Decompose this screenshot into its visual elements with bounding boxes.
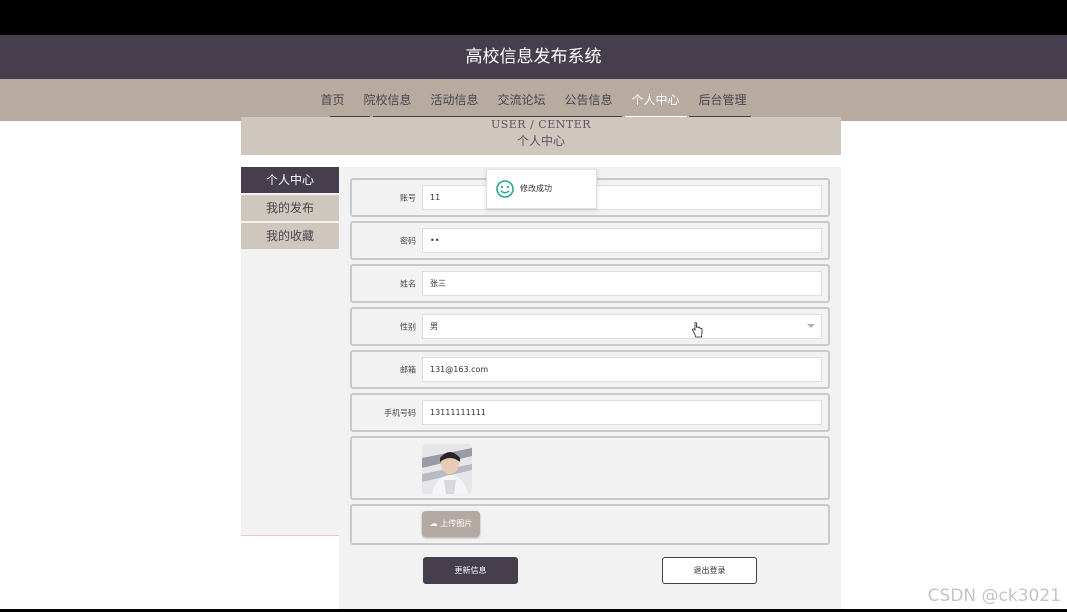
- name-label: 姓名: [400, 279, 416, 288]
- password-field[interactable]: ••: [422, 228, 822, 253]
- gender-label: 性别: [400, 322, 416, 331]
- account-field[interactable]: 11: [422, 185, 822, 210]
- nav-forum[interactable]: 交流论坛: [497, 79, 545, 121]
- account-label: 账号: [400, 193, 416, 202]
- form-row-phone: 手机号码 13111111111: [350, 393, 830, 432]
- form-row-name: 姓名 张三: [350, 264, 830, 303]
- cloud-upload-icon: ☁: [429, 519, 438, 528]
- form-row-email: 邮箱 131@163.com: [350, 350, 830, 389]
- avatar-image: [422, 444, 472, 494]
- nav-home[interactable]: 首页: [320, 79, 344, 121]
- sidebar-item-my-favorites[interactable]: 我的收藏: [241, 223, 339, 249]
- sidebar: 个人中心 我的发布 我的收藏: [241, 167, 339, 536]
- profile-form: 账号 11 密码 •• 姓名 张三 性别 男 邮箱 131@163.com 手机…: [339, 167, 841, 612]
- success-toast: 修改成功: [486, 169, 597, 209]
- main-nav: 首页 院校信息 活动信息 交流论坛 公告信息 个人中心 后台管理: [0, 79, 1067, 121]
- page-banner: USER / CENTER 个人中心: [241, 117, 841, 155]
- logout-button[interactable]: 退出登录: [662, 557, 757, 584]
- watermark: CSDN @ck3021: [927, 586, 1061, 606]
- hand-pointer-icon: [691, 322, 703, 342]
- phone-label: 手机号码: [384, 408, 416, 417]
- site-title: 高校信息发布系统: [465, 47, 602, 67]
- nav-activities[interactable]: 活动信息: [430, 79, 478, 121]
- form-row-password: 密码 ••: [350, 221, 830, 260]
- nav-colleges[interactable]: 院校信息: [363, 79, 411, 121]
- nav-admin[interactable]: 后台管理: [699, 79, 747, 121]
- password-label: 密码: [400, 236, 416, 245]
- site-header: 高校信息发布系统: [0, 35, 1067, 79]
- top-black-bar: [0, 0, 1067, 35]
- form-row-gender: 性别 男: [350, 307, 830, 346]
- smile-icon: [496, 180, 514, 198]
- banner-title: 个人中心: [516, 134, 565, 148]
- email-field[interactable]: 131@163.com: [422, 357, 822, 382]
- banner-subtitle: USER / CENTER: [490, 118, 592, 131]
- gender-value: 男: [430, 322, 438, 331]
- upload-image-button[interactable]: ☁ 上传图片: [422, 511, 480, 537]
- upload-button-label: 上传图片: [440, 519, 473, 528]
- update-info-button[interactable]: 更新信息: [423, 557, 518, 584]
- toast-message: 修改成功: [520, 184, 552, 193]
- nav-user-center[interactable]: 个人中心: [632, 79, 680, 121]
- email-label: 邮箱: [400, 365, 416, 374]
- avatar: [422, 444, 472, 494]
- sidebar-item-user-center[interactable]: 个人中心: [241, 167, 339, 193]
- nav-announcements[interactable]: 公告信息: [565, 79, 613, 121]
- name-field[interactable]: 张三: [422, 271, 822, 296]
- sidebar-item-my-posts[interactable]: 我的发布: [241, 195, 339, 221]
- form-row-upload: ☁ 上传图片: [350, 504, 830, 545]
- phone-field[interactable]: 13111111111: [422, 400, 822, 425]
- chevron-down-icon: [807, 324, 815, 328]
- gender-select[interactable]: 男: [422, 314, 822, 339]
- form-row-avatar: [350, 436, 830, 500]
